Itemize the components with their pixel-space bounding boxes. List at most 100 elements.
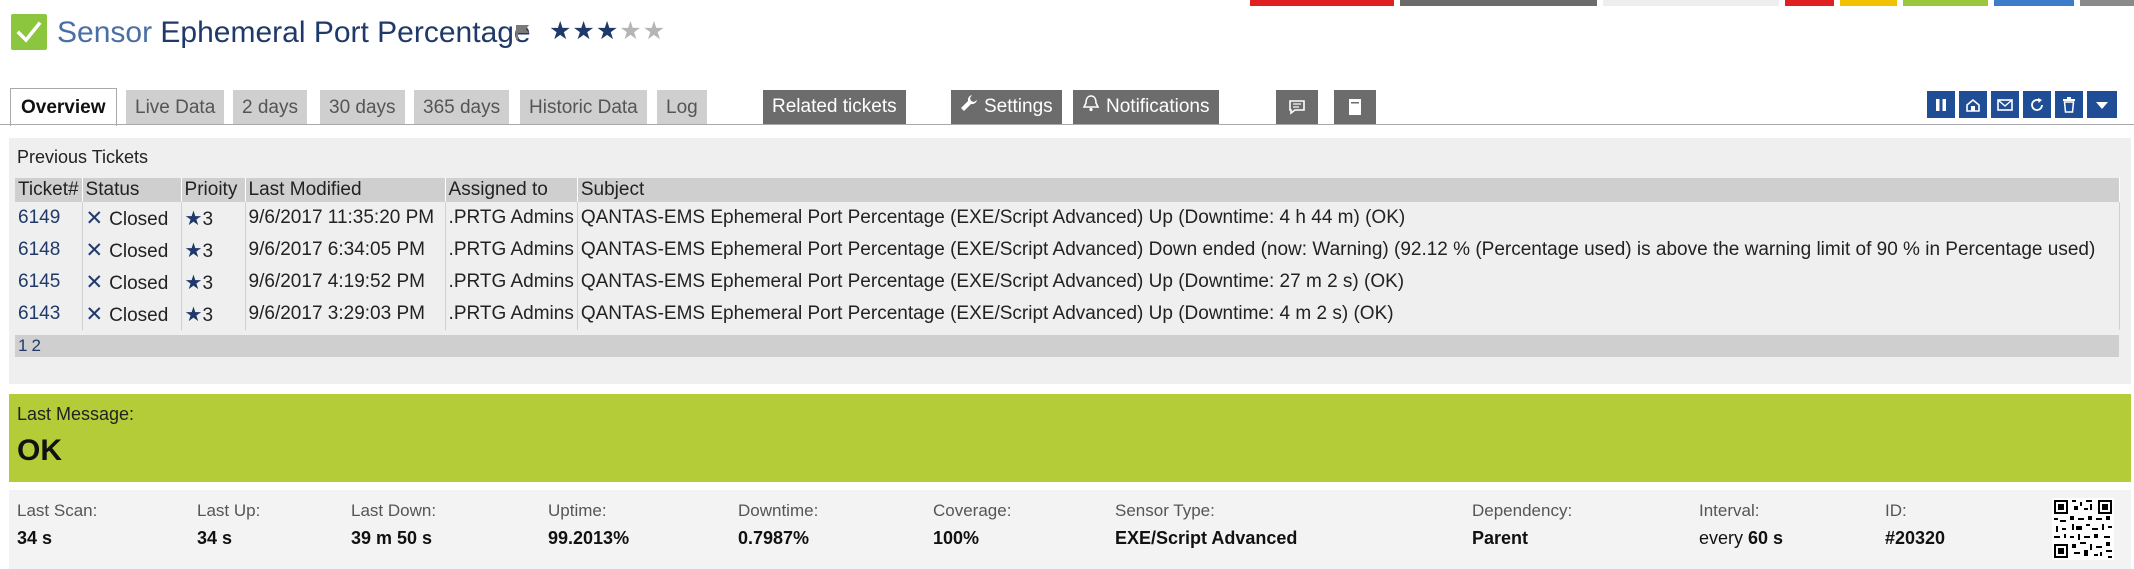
- status-text: Closed: [109, 272, 169, 294]
- settings-label: Settings: [984, 96, 1053, 117]
- notifications-button[interactable]: Notifications: [1073, 90, 1219, 124]
- strip-segment: [1840, 0, 1897, 6]
- star-empty-icon[interactable]: ★: [643, 17, 666, 45]
- flag-icon[interactable]: [514, 22, 532, 42]
- column-header[interactable]: Assigned to: [445, 178, 578, 202]
- column-header[interactable]: Prioity: [181, 178, 246, 202]
- id-label: ID:: [1885, 501, 1907, 520]
- page-link[interactable]: 1: [18, 336, 27, 355]
- tab-365-days[interactable]: 365 days: [414, 90, 510, 124]
- ticket-assigned: .PRTG Admins: [445, 298, 578, 330]
- strip-segment: [2080, 0, 2134, 6]
- tab-historic-data[interactable]: Historic Data: [520, 90, 647, 124]
- strip-segment: [1994, 0, 2074, 6]
- ticket-modified: 9/6/2017 3:29:03 PM: [245, 298, 446, 330]
- last-up-label: Last Up:: [197, 501, 261, 520]
- star-empty-icon[interactable]: ★: [619, 17, 642, 45]
- ticket-id-link[interactable]: 6143: [15, 298, 83, 330]
- column-header[interactable]: Status: [82, 178, 182, 202]
- ticket-modified: 9/6/2017 11:35:20 PM: [245, 202, 446, 234]
- page-link[interactable]: 2: [31, 336, 40, 355]
- clone-icon[interactable]: [1959, 91, 1987, 118]
- ticket-subject[interactable]: QANTAS-EMS Ephemeral Port Percentage (EX…: [577, 202, 2121, 234]
- ticket-priority: ★3: [181, 234, 246, 266]
- dependency-value[interactable]: Parent: [1472, 528, 1528, 549]
- last-message-panel: [9, 394, 2131, 482]
- priority-value: 3: [202, 208, 214, 230]
- page-title: Sensor Ephemeral Port Percentage: [57, 13, 531, 53]
- priority-stars[interactable]: ★★★★★: [549, 16, 666, 46]
- qr-code-icon[interactable]: [2052, 498, 2114, 560]
- pagination: 12: [15, 335, 2119, 357]
- ticket-id-link[interactable]: 6145: [15, 266, 83, 298]
- notes-icon[interactable]: [1334, 90, 1376, 124]
- last-scan-value: 34 s: [17, 528, 53, 548]
- column-header[interactable]: Subject: [577, 178, 2121, 202]
- ticket-modified: 9/6/2017 4:19:52 PM: [245, 266, 446, 298]
- status-text: Closed: [109, 208, 169, 230]
- tab-live-data[interactable]: Live Data: [126, 90, 225, 124]
- ticket-assigned: .PRTG Admins: [445, 234, 578, 266]
- table-header-row: Ticket# Status Prioity Last Modified Ass…: [15, 178, 2121, 202]
- ticket-id-link[interactable]: 6149: [15, 202, 83, 234]
- ticket-id-link[interactable]: 6148: [15, 234, 83, 266]
- table-row[interactable]: 6143 ✕ Closed ★3 9/6/2017 3:29:03 PM .PRT…: [15, 298, 2121, 330]
- star-filled-icon[interactable]: ★: [596, 17, 619, 45]
- sensor-type-value: EXE/Script Advanced: [1115, 528, 1298, 548]
- delete-icon[interactable]: [2055, 91, 2083, 118]
- star-icon: ★: [184, 239, 203, 262]
- settings-button[interactable]: Settings: [951, 90, 1062, 124]
- tickets-table: Ticket# Status Prioity Last Modified Ass…: [15, 178, 2121, 330]
- uptime-label: Uptime:: [548, 501, 607, 520]
- refresh-icon[interactable]: [2023, 91, 2051, 118]
- last-down-label: Last Down:: [351, 501, 437, 520]
- uptime-value: 99.2013%: [548, 528, 630, 548]
- star-filled-icon[interactable]: ★: [549, 17, 572, 45]
- dropdown-icon[interactable]: [2087, 91, 2117, 118]
- email-icon[interactable]: [1991, 91, 2019, 118]
- tab-log[interactable]: Log: [657, 90, 707, 124]
- ticket-subject[interactable]: QANTAS-EMS Ephemeral Port Percentage (EX…: [577, 234, 2121, 266]
- closed-x-icon: ✕: [85, 238, 104, 262]
- tab-overview[interactable]: Overview: [10, 88, 117, 126]
- coverage-label: Coverage:: [933, 501, 1012, 520]
- tab-label: Log: [666, 97, 698, 118]
- status-text: Closed: [109, 240, 169, 262]
- column-header[interactable]: Ticket#: [15, 178, 83, 202]
- ticket-subject[interactable]: QANTAS-EMS Ephemeral Port Percentage (EX…: [577, 298, 2121, 330]
- column-header[interactable]: Last Modified: [245, 178, 446, 202]
- check-icon: [11, 14, 47, 50]
- ticket-assigned: .PRTG Admins: [445, 266, 578, 298]
- title-prefix: Sensor: [57, 16, 153, 49]
- ticket-priority: ★3: [181, 298, 246, 330]
- strip-segment: [1250, 0, 1394, 6]
- star-icon: ★: [184, 303, 203, 326]
- interval-value: every 60 s: [1699, 528, 1783, 549]
- tab-30-days[interactable]: 30 days: [320, 90, 405, 124]
- previous-tickets-title: Previous Tickets: [17, 147, 149, 167]
- comment-icon[interactable]: [1276, 90, 1318, 124]
- downtime-label: Downtime:: [738, 501, 819, 520]
- dependency-label: Dependency:: [1472, 501, 1573, 520]
- tab-label: 2 days: [242, 97, 298, 118]
- sensor-stats-bar: [9, 490, 2131, 569]
- last-up-value: 34 s: [197, 528, 233, 548]
- ticket-modified: 9/6/2017 6:34:05 PM: [245, 234, 446, 266]
- tab-label: Historic Data: [529, 97, 638, 118]
- ticket-status: ✕ Closed: [82, 234, 182, 266]
- table-row[interactable]: 6145 ✕ Closed ★3 9/6/2017 4:19:52 PM .PRT…: [15, 266, 2121, 298]
- ticket-subject[interactable]: QANTAS-EMS Ephemeral Port Percentage (EX…: [577, 266, 2121, 298]
- table-row[interactable]: 6148 ✕ Closed ★3 9/6/2017 6:34:05 PM .PRT…: [15, 234, 2121, 266]
- strip-segment: [1603, 0, 1779, 6]
- tab-2-days[interactable]: 2 days: [233, 90, 307, 124]
- wrench-icon: [960, 89, 978, 125]
- bell-icon: [1082, 89, 1100, 125]
- table-row[interactable]: 6149 ✕ Closed ★3 9/6/2017 11:35:20 PM .PR…: [15, 202, 2121, 234]
- related-tickets-button[interactable]: Related tickets: [763, 90, 906, 124]
- pause-icon[interactable]: [1927, 91, 1955, 118]
- closed-x-icon: ✕: [85, 206, 104, 230]
- priority-value: 3: [202, 272, 214, 294]
- tab-label: 365 days: [423, 97, 501, 118]
- tab-divider: [0, 124, 2134, 125]
- star-filled-icon[interactable]: ★: [572, 17, 595, 45]
